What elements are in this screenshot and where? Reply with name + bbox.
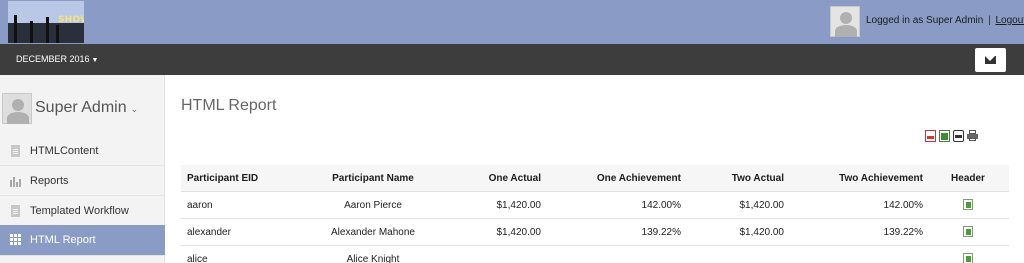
column-header[interactable]: Two Achievement <box>801 173 923 184</box>
print-icon[interactable] <box>967 130 978 142</box>
logo-text: SHOW <box>58 15 84 25</box>
grid-icon <box>10 234 22 246</box>
sidebar: Super Admin ⌄ HTMLContent Reports Templat… <box>0 75 165 263</box>
sidebar-item-reports[interactable]: Reports <box>0 166 165 196</box>
cell-one-actual: $1,420.00 <box>496 200 542 211</box>
period-bar: DECEMBER 2016 ▼ <box>0 44 1024 75</box>
app-logo[interactable]: SHOW <box>8 1 84 43</box>
export-toolbar <box>925 130 980 142</box>
user-name: Super Admin <box>35 99 127 116</box>
column-header[interactable]: Participant Name <box>311 173 435 184</box>
period-label: DECEMBER 2016 <box>16 54 90 64</box>
cell-participant-name: Alice Knight <box>346 254 400 263</box>
sidebar-item-html-report[interactable]: HTML Report <box>0 225 165 256</box>
period-selector[interactable]: DECEMBER 2016 ▼ <box>16 54 98 64</box>
column-header[interactable]: One Actual <box>441 173 541 184</box>
cell-participant-eid: alice <box>187 254 208 263</box>
cell-one-achievement: 142.00% <box>641 200 681 211</box>
sidebar-avatar <box>2 93 32 124</box>
user-menu[interactable]: Super Admin ⌄ <box>35 99 138 117</box>
chevron-down-icon: ▼ <box>91 57 99 64</box>
cell-participant-name: Aaron Pierce <box>344 200 402 211</box>
separator: | <box>988 15 991 26</box>
excel-icon[interactable] <box>963 226 973 237</box>
cell-two-achievement: 142.00% <box>883 200 923 211</box>
sidebar-item-templated-workflow[interactable]: Templated Workflow <box>0 196 165 226</box>
cell-participant-eid: aaron <box>187 200 213 211</box>
table-row: alice Alice Knight <box>181 246 1009 263</box>
sidebar-item-htmlcontent[interactable]: HTMLContent <box>0 136 165 166</box>
cell-participant-name: Alexander Mahone <box>331 227 415 238</box>
column-header[interactable]: Header <box>943 173 993 184</box>
login-status-text: Logged in as Super Admin <box>866 15 984 26</box>
messages-button[interactable] <box>975 48 1006 72</box>
table-header-row: Participant EID Participant Name One Act… <box>181 165 1009 192</box>
column-header[interactable]: Two Actual <box>691 173 784 184</box>
excel-icon[interactable] <box>963 253 973 263</box>
cell-participant-eid: alexander <box>187 227 231 238</box>
excel-icon[interactable] <box>963 199 973 210</box>
document-icon <box>11 145 20 157</box>
chevron-down-icon: ⌄ <box>130 104 139 114</box>
page-title: HTML Report <box>181 97 277 114</box>
cell-one-achievement: 139.22% <box>641 227 681 238</box>
table-row: alexander Alexander Mahone $1,420.00 139… <box>181 219 1009 246</box>
cell-two-actual: $1,420.00 <box>739 200 785 211</box>
sidebar-item-label: HTMLContent <box>30 145 99 157</box>
sidebar-item-label: Templated Workflow <box>30 205 129 217</box>
sidebar-item-label: HTML Report <box>30 234 96 246</box>
user-avatar[interactable] <box>830 6 860 37</box>
csv-export-icon[interactable] <box>953 130 964 142</box>
logout-link[interactable]: Logout <box>995 15 1024 26</box>
sidebar-item-label: Reports <box>30 175 69 187</box>
login-status: Logged in as Super Admin | Logout <box>866 15 1024 26</box>
cell-two-actual: $1,420.00 <box>739 227 785 238</box>
excel-export-icon[interactable] <box>939 130 950 142</box>
document-icon <box>11 205 20 217</box>
column-header[interactable]: One Achievement <box>561 173 681 184</box>
column-header[interactable]: Participant EID <box>187 173 258 184</box>
table-row: aaron Aaron Pierce $1,420.00 142.00% $1,… <box>181 192 1009 219</box>
bar-chart-icon <box>10 175 22 187</box>
pdf-export-icon[interactable] <box>925 130 936 142</box>
top-header: SHOW Logged in as Super Admin | Logout <box>0 0 1024 44</box>
cell-one-actual: $1,420.00 <box>496 227 542 238</box>
cell-two-achievement: 139.22% <box>883 227 923 238</box>
